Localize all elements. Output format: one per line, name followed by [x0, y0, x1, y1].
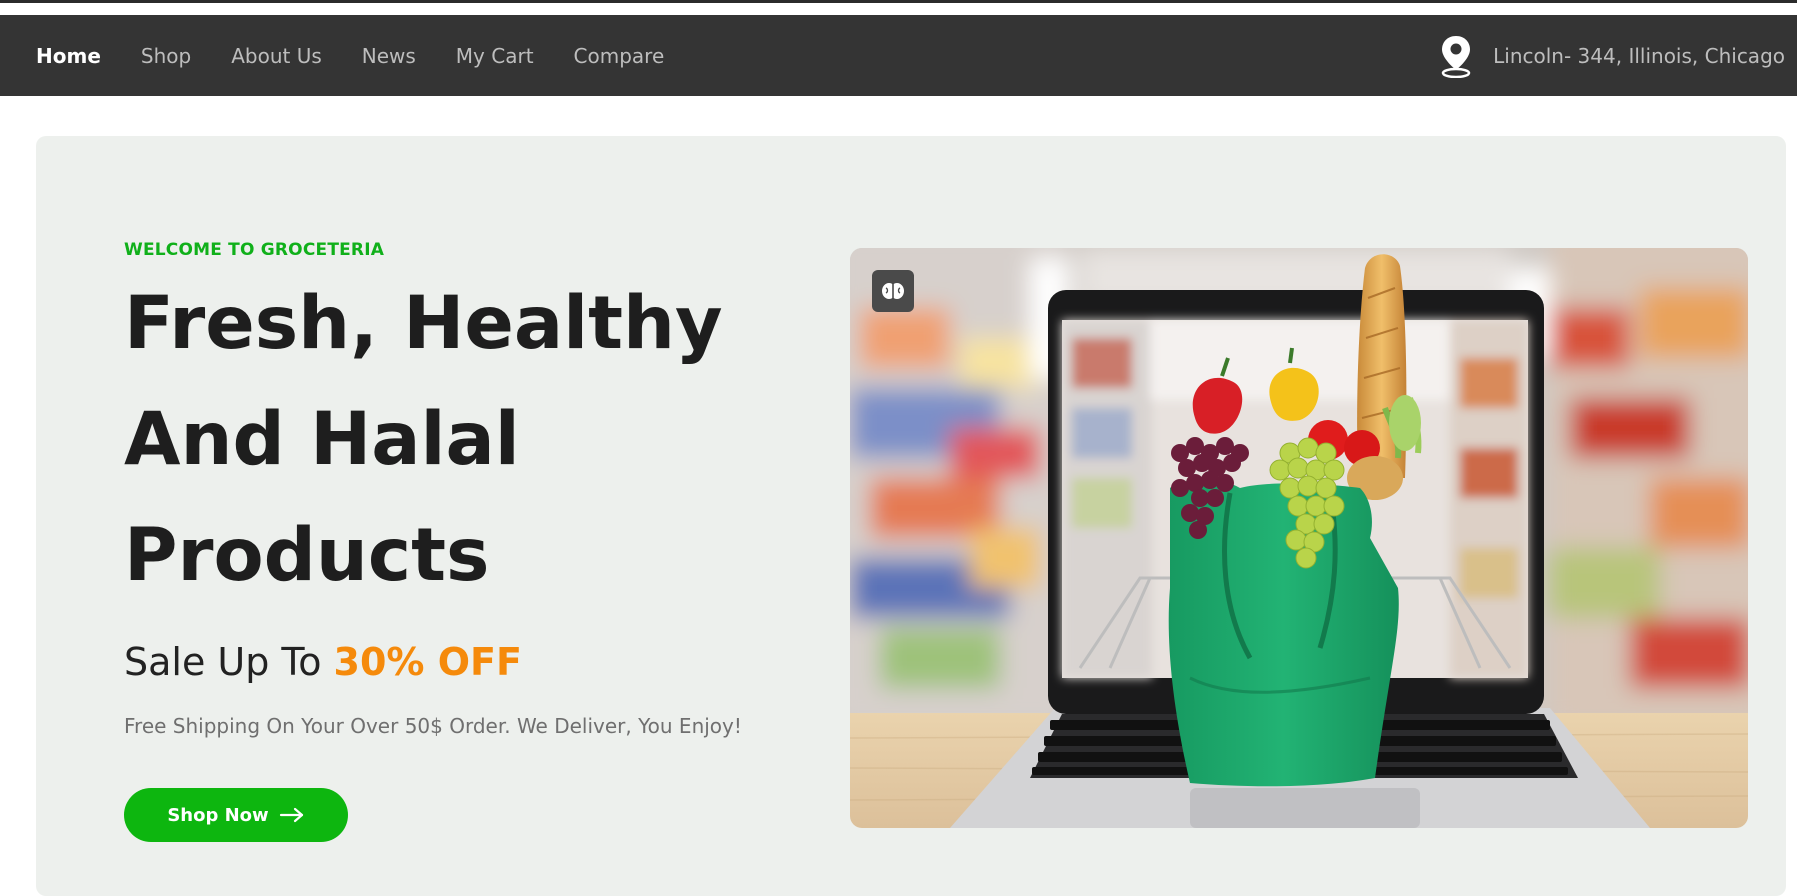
hero-headline: Fresh, Healthy And Halal Products	[124, 281, 723, 598]
nav-links: Home Shop About Us News My Cart Compare	[36, 44, 704, 68]
nav-about-us[interactable]: About Us	[231, 44, 322, 68]
arrow-right-icon	[279, 807, 303, 823]
map-pin-icon	[1441, 35, 1471, 78]
nav-my-cart[interactable]: My Cart	[456, 44, 534, 68]
grocery-laptop-illustration	[850, 248, 1748, 828]
image-badge[interactable]	[872, 270, 914, 312]
nav-news[interactable]: News	[362, 44, 416, 68]
top-divider	[0, 0, 1797, 3]
nav-compare[interactable]: Compare	[574, 44, 665, 68]
sale-line: Sale Up To 30% OFF	[124, 640, 522, 684]
store-location: Lincoln- 344, Illinois, Chicago	[1439, 15, 1785, 96]
hero-product-image	[850, 248, 1748, 828]
shop-now-button[interactable]: Shop Now	[124, 788, 348, 842]
sale-discount: 30% OFF	[333, 640, 522, 684]
top-navigation-bar: Home Shop About Us News My Cart Compare …	[0, 15, 1797, 96]
nav-home[interactable]: Home	[36, 44, 101, 68]
location-text: Lincoln- 344, Illinois, Chicago	[1493, 43, 1785, 68]
sale-prefix: Sale Up To	[124, 640, 322, 684]
brain-icon	[882, 283, 904, 299]
shop-now-label: Shop Now	[167, 804, 269, 826]
hero-kicker: WELCOME TO GROCETERIA	[124, 240, 385, 260]
hero-banner: WELCOME TO GROCETERIA Fresh, Healthy And…	[36, 136, 1786, 896]
nav-shop[interactable]: Shop	[141, 44, 191, 68]
shipping-note: Free Shipping On Your Over 50$ Order. We…	[124, 714, 742, 738]
